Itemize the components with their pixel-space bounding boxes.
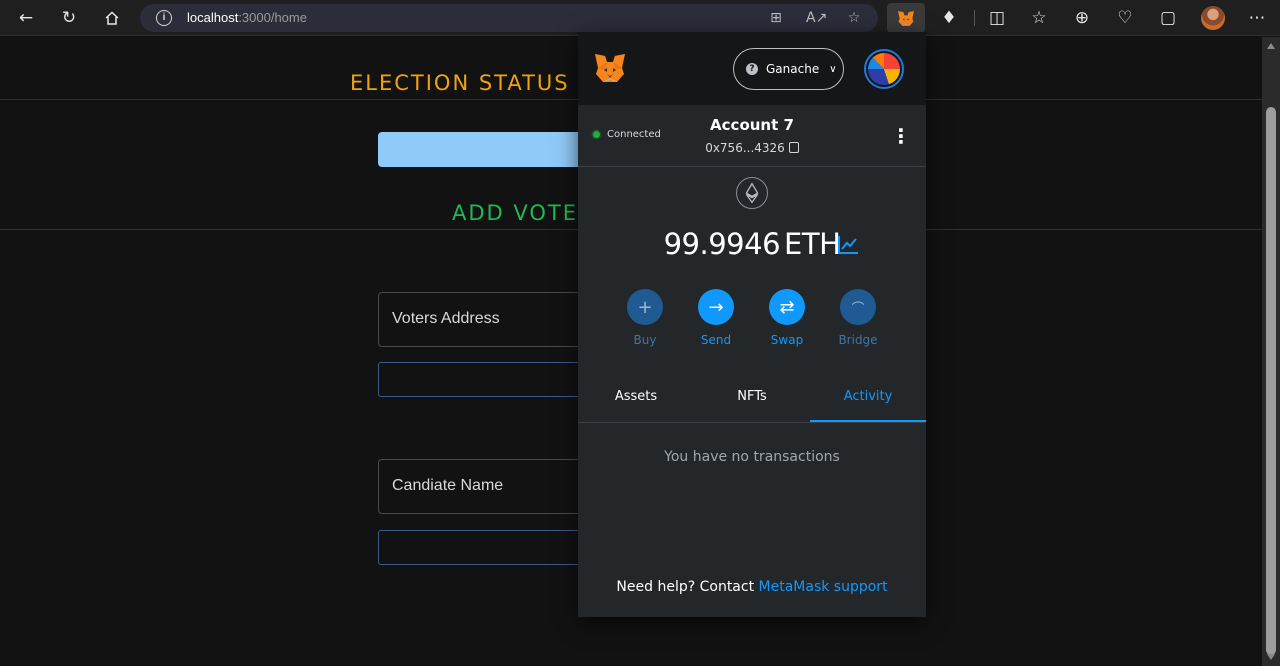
vx-extension-icon[interactable]: ▢ <box>1154 4 1182 32</box>
url-host: localhost <box>187 10 239 25</box>
plus-icon: + <box>627 289 663 325</box>
favorites-icon[interactable]: ☆ <box>1025 4 1053 32</box>
extensions-puzzle-icon[interactable]: ♦ <box>935 4 963 32</box>
metamask-popup: ? Ganache ∨ Connected Account 7 0x756...… <box>578 32 926 617</box>
metamask-fox-logo <box>595 54 625 82</box>
balance-currency: ETH <box>784 227 841 261</box>
bridge-icon: ⌒ <box>840 289 876 325</box>
candidate-name-input[interactable] <box>378 530 608 565</box>
election-status-title: ELECTION STATUS <box>350 71 570 95</box>
network-question-icon: ? <box>746 63 758 75</box>
split-screen-icon[interactable]: ◫ <box>983 4 1011 32</box>
account-address-row[interactable]: 0x756...4326 <box>578 141 926 155</box>
scroll-down-arrow-icon[interactable] <box>1267 654 1275 660</box>
browser-toolbar: ← ↻ i localhost:3000/home ⊞ A↗ ☆ ♦ ◫ ☆ ⊕… <box>0 0 1280 36</box>
account-name[interactable]: Account 7 <box>578 116 926 134</box>
read-aloud-icon[interactable]: A↗ <box>806 8 827 28</box>
swap-button[interactable]: ⇄ Swap <box>757 289 817 347</box>
candidate-name-field[interactable]: Candiate Name <box>378 459 608 514</box>
candidate-name-label: Candiate Name <box>392 477 504 494</box>
favorite-star-icon[interactable]: ☆ <box>844 8 864 28</box>
help-footer: Need help? Contact MetaMask support <box>578 579 926 595</box>
arrow-right-icon: → <box>698 289 734 325</box>
address-bar[interactable]: i localhost:3000/home ⊞ A↗ ☆ <box>140 4 878 32</box>
swap-label: Swap <box>770 333 804 347</box>
account-avatar[interactable] <box>864 49 904 89</box>
site-info-icon[interactable]: i <box>156 10 172 26</box>
balance-value: 99.9946 <box>663 227 781 261</box>
swap-icon: ⇄ <box>769 289 805 325</box>
voters-address-field[interactable]: Voters Address <box>378 292 608 347</box>
tab-nfts[interactable]: NFTs <box>694 373 810 422</box>
send-button[interactable]: → Send <box>686 289 746 347</box>
account-bar: Connected Account 7 0x756...4326 ⋮ <box>578 105 926 167</box>
back-arrow-icon[interactable]: ← <box>12 4 40 32</box>
metamask-header: ? Ganache ∨ <box>578 32 926 105</box>
buy-button[interactable]: + Buy <box>615 289 675 347</box>
bridge-label: Bridge <box>838 333 878 347</box>
page-scrollbar[interactable] <box>1262 37 1280 666</box>
metamask-support-link[interactable]: MetaMask support <box>759 579 888 595</box>
url-text[interactable]: localhost:3000/home <box>187 10 307 25</box>
more-menu-icon[interactable]: ⋯ <box>1243 4 1271 32</box>
collections-icon[interactable]: ⊕ <box>1068 4 1096 32</box>
metamask-extension-button[interactable] <box>887 3 925 33</box>
no-transactions-message: You have no transactions <box>664 449 840 465</box>
ethereum-logo-icon <box>736 177 768 209</box>
metamask-fox-icon <box>898 10 914 26</box>
scroll-up-arrow-icon[interactable] <box>1267 43 1275 49</box>
refresh-icon[interactable]: ↻ <box>55 4 83 32</box>
copy-icon[interactable] <box>788 142 799 153</box>
scrollbar-thumb[interactable] <box>1266 107 1276 655</box>
send-label: Send <box>700 333 732 347</box>
tab-activity[interactable]: Activity <box>810 373 926 422</box>
voters-address-label: Voters Address <box>392 310 500 327</box>
buy-label: Buy <box>633 333 657 347</box>
election-status-button[interactable] <box>378 132 608 167</box>
chevron-down-icon: ∨ <box>829 63 837 75</box>
eth-balance: 99.9946 ETH <box>578 227 926 261</box>
bridge-button[interactable]: ⌒ Bridge <box>828 289 888 347</box>
account-options-icon[interactable]: ⋮ <box>890 125 912 147</box>
network-selector[interactable]: ? Ganache ∨ <box>733 48 844 90</box>
account-address: 0x756...4326 <box>705 141 785 155</box>
help-text: Need help? Contact <box>616 579 755 595</box>
browser-essentials-icon[interactable]: ♡ <box>1111 4 1139 32</box>
add-voter-title: ADD VOTE <box>452 201 579 225</box>
toolbar-separator <box>974 10 975 26</box>
app-grid-icon[interactable]: ⊞ <box>766 8 786 28</box>
home-icon[interactable] <box>98 4 126 32</box>
network-name: Ganache <box>766 62 820 76</box>
portfolio-chart-icon[interactable] <box>836 234 860 256</box>
profile-avatar[interactable] <box>1201 6 1225 30</box>
tab-assets[interactable]: Assets <box>578 373 694 422</box>
voters-address-input[interactable] <box>378 362 608 397</box>
url-path: :3000/home <box>238 10 307 25</box>
metamask-tabs: Assets NFTs Activity <box>578 373 926 423</box>
